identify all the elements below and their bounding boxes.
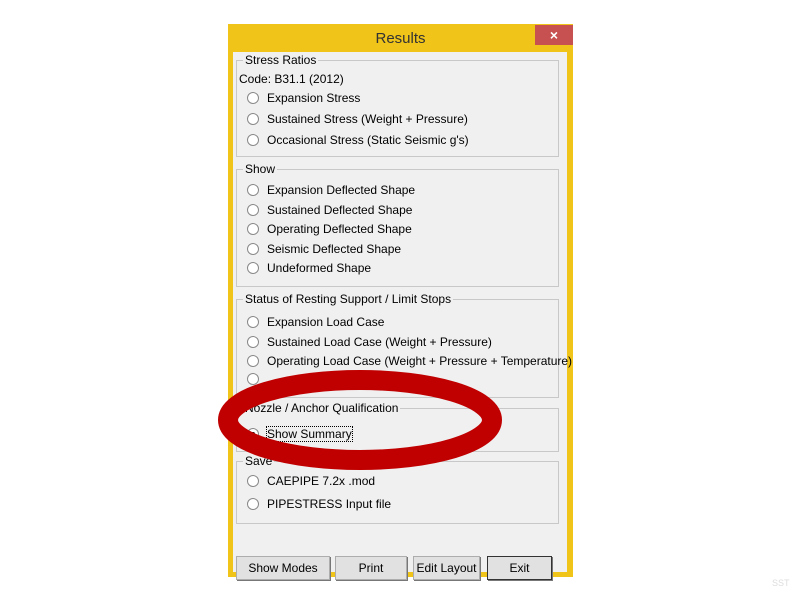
radio-icon [247, 204, 259, 216]
group-title: Stress Ratios [243, 53, 319, 67]
results-window: Results × Stress Ratios Code: B31.1 (201… [228, 24, 573, 580]
radio-icon [247, 113, 259, 125]
group-title: Save [243, 454, 275, 468]
radio-sustained-deflected[interactable]: Sustained Deflected Shape [247, 203, 412, 217]
show-modes-button[interactable]: Show Modes [236, 556, 330, 580]
radio-icon [247, 316, 259, 328]
radio-pipestress[interactable]: PIPESTRESS Input file [247, 497, 391, 511]
radio-sustained-stress[interactable]: Sustained Stress (Weight + Pressure) [247, 112, 468, 126]
radio-occasional-stress[interactable]: Occasional Stress (Static Seismic g's) [247, 133, 469, 147]
radio-label: Sustained Deflected Shape [267, 203, 413, 217]
close-button[interactable]: × [535, 25, 573, 45]
radio-icon [247, 262, 259, 274]
print-button[interactable]: Print [335, 556, 407, 580]
group-title: Show [243, 162, 278, 176]
radio-selected-icon [247, 428, 259, 440]
radio-undeformed[interactable]: Undeformed Shape [247, 261, 371, 275]
radio-expansion-deflected[interactable]: Expansion Deflected Shape [247, 183, 415, 197]
group-title: Status of Resting Support / Limit Stops [243, 292, 454, 306]
radio-icon [247, 184, 259, 196]
radio-show-summary[interactable]: Show Summary [247, 426, 353, 442]
save-group: Save CAEPIPE 7.2x .mod PIPESTRESS Input … [236, 454, 559, 524]
code-label: Code: B31.1 (2012) [239, 72, 344, 86]
radio-seismic-deflected[interactable]: Seismic Deflected Shape [247, 242, 401, 256]
radio-label: Occasional Stress (Static Seismic g's) [267, 133, 469, 147]
radio-label: Sustained Load Case (Weight + Pressure) [267, 335, 492, 349]
radio-label: Expansion Stress [267, 91, 361, 105]
radio-label: Expansion Load Case [267, 315, 385, 329]
radio-label: Undeformed Shape [267, 261, 372, 275]
status-group: Status of Resting Support / Limit Stops … [236, 292, 572, 398]
radio-icon [247, 92, 259, 104]
radio-label: Expansion Deflected Shape [267, 183, 416, 197]
radio-sustained-load[interactable]: Sustained Load Case (Weight + Pressure) [247, 335, 492, 349]
radio-icon [247, 475, 259, 487]
radio-icon [247, 336, 259, 348]
radio-label: PIPESTRESS Input file [267, 497, 392, 511]
radio-icon [247, 498, 259, 510]
watermark: SST [772, 578, 790, 588]
nozzle-group: Nozzle / Anchor Qualification Show Summa… [236, 401, 559, 452]
radio-caepipe[interactable]: CAEPIPE 7.2x .mod [247, 474, 375, 488]
radio-label: CAEPIPE 7.2x .mod [267, 474, 376, 488]
show-group: Show Expansion Deflected Shape Sustained… [236, 162, 559, 287]
edit-layout-button[interactable]: Edit Layout [413, 556, 480, 580]
radio-expansion-stress[interactable]: Expansion Stress [247, 91, 360, 105]
radio-icon [247, 134, 259, 146]
radio-label: Show Summary [266, 426, 353, 442]
dialog-body: Stress Ratios Code: B31.1 (2012) Expansi… [233, 52, 572, 580]
exit-button[interactable]: Exit [487, 556, 552, 580]
radio-label: Sustained Stress (Weight + Pressure) [267, 112, 468, 126]
radio-label: Operating Load Case (Weight + Pressure +… [267, 354, 573, 368]
radio-hidden-load[interactable] [247, 373, 267, 385]
radio-operating-load[interactable]: Operating Load Case (Weight + Pressure +… [247, 354, 572, 368]
window-title: Results [375, 30, 426, 47]
radio-icon [247, 223, 259, 235]
radio-icon [247, 373, 259, 385]
radio-icon [247, 355, 259, 367]
stress-ratios-group: Stress Ratios Code: B31.1 (2012) Expansi… [236, 53, 559, 157]
group-title: Nozzle / Anchor Qualification [243, 401, 401, 415]
radio-label: Seismic Deflected Shape [267, 242, 402, 256]
radio-expansion-load[interactable]: Expansion Load Case [247, 315, 384, 329]
radio-operating-deflected[interactable]: Operating Deflected Shape [247, 222, 412, 236]
radio-icon [247, 243, 259, 255]
radio-label: Operating Deflected Shape [267, 222, 412, 236]
